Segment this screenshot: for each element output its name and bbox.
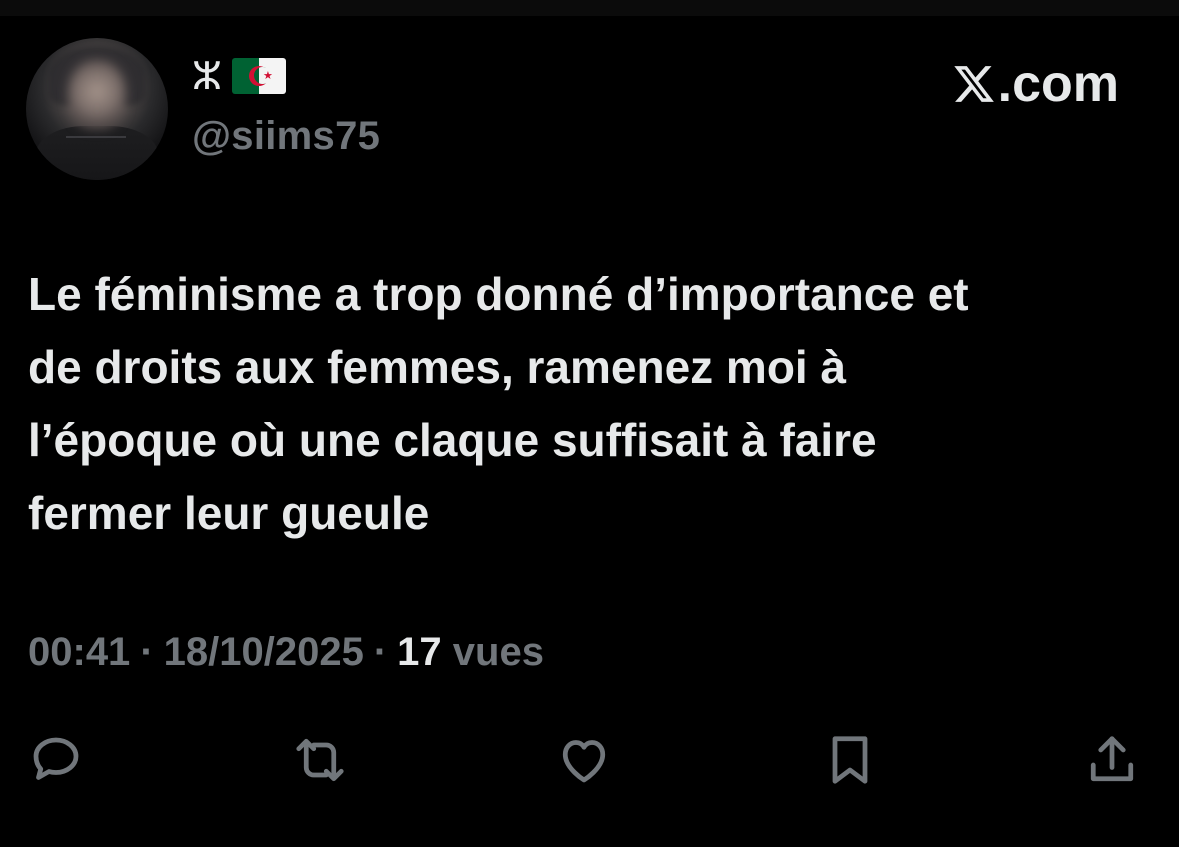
display-name[interactable]: ⵣ ★ — [192, 52, 286, 100]
tweet-text: Le féminisme a trop donné d’importance e… — [28, 268, 969, 539]
repost-icon — [296, 738, 344, 782]
status-strip — [0, 0, 1179, 16]
action-bar — [0, 728, 1179, 792]
tweet-time[interactable]: 00:41 — [28, 630, 130, 675]
avatar-body — [36, 126, 158, 180]
x-com-brand: .com — [952, 54, 1119, 114]
bookmark-button[interactable] — [818, 728, 882, 792]
meta-separator: · — [373, 630, 388, 674]
tweet-card: ⵣ ★ @siims75 .com Le féminisme a trop do… — [0, 0, 1179, 847]
avatar[interactable] — [26, 38, 168, 180]
tweet-date[interactable]: 18/10/2025 — [164, 630, 364, 675]
views-count: 17 — [397, 630, 442, 674]
like-icon — [562, 740, 606, 783]
bookmark-icon — [832, 736, 868, 784]
meta-separator: · — [140, 630, 154, 674]
brand-domain: .com — [997, 55, 1119, 113]
repost-button[interactable] — [288, 728, 352, 792]
algeria-flag-icon: ★ — [232, 58, 286, 94]
reply-icon — [33, 737, 79, 780]
share-icon — [1090, 736, 1134, 782]
x-logo-icon — [953, 66, 994, 102]
user-handle[interactable]: @siims75 — [192, 114, 380, 159]
avatar-detail — [66, 136, 126, 138]
like-button[interactable] — [552, 728, 616, 792]
reply-button[interactable] — [24, 728, 88, 792]
tweet-meta: 00:41 · 18/10/2025 · 17 vues — [28, 630, 544, 675]
views-label: vues — [452, 630, 544, 674]
avatar-face-blurred — [68, 60, 126, 130]
share-button[interactable] — [1080, 728, 1144, 792]
amazigh-yaz-glyph: ⵣ — [192, 54, 222, 98]
